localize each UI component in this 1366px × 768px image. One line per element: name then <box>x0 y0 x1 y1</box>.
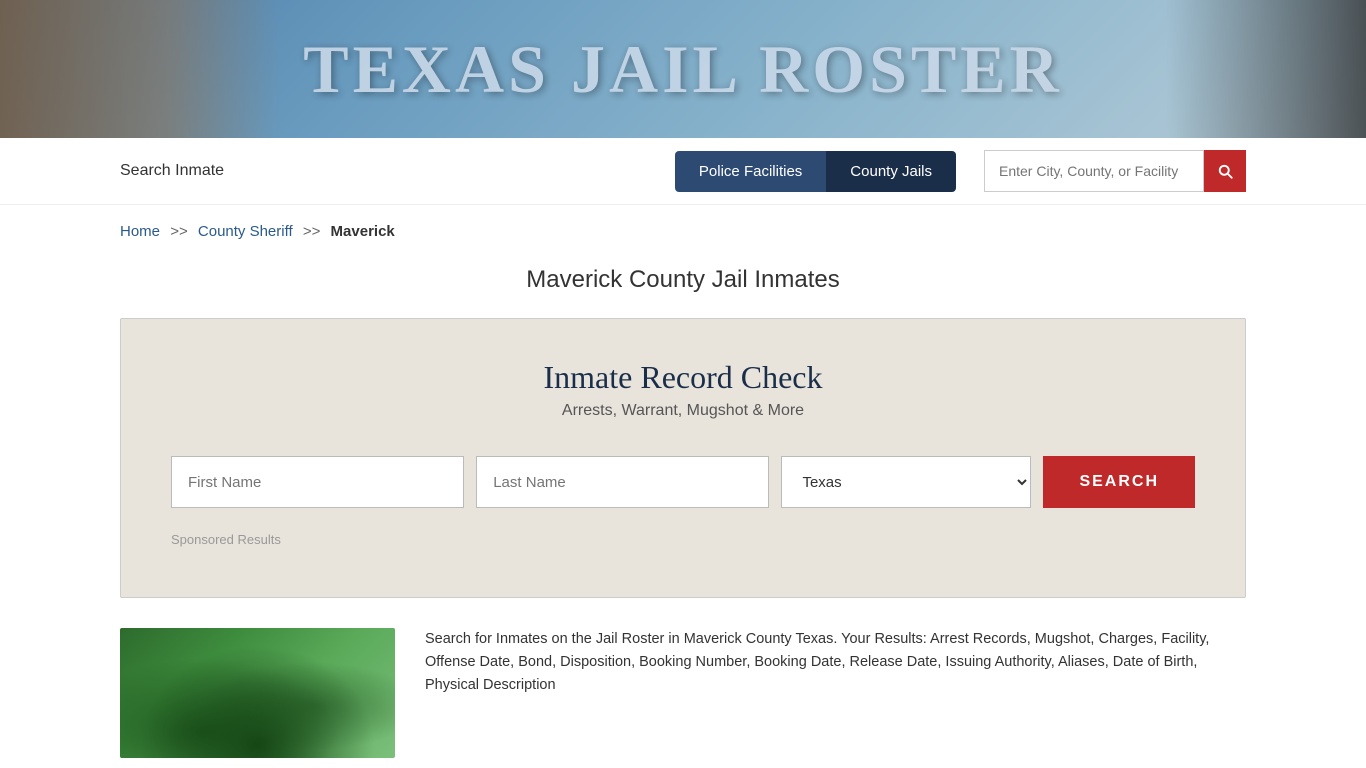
breadcrumb-sep-1: >> <box>170 223 188 240</box>
breadcrumb-home[interactable]: Home <box>120 223 160 240</box>
inmate-search-section: Inmate Record Check Arrests, Warrant, Mu… <box>120 318 1246 598</box>
breadcrumb-sep-2: >> <box>303 223 321 240</box>
facility-search-wrapper <box>984 150 1246 192</box>
maverick-county-image <box>120 628 395 758</box>
tab-police-facilities[interactable]: Police Facilities <box>675 151 826 192</box>
capitol-image <box>0 0 280 138</box>
breadcrumb-county-sheriff[interactable]: County Sheriff <box>198 223 293 240</box>
tab-county-jails[interactable]: County Jails <box>826 151 956 192</box>
header-banner: Texas Jail Roster <box>0 0 1366 138</box>
search-icon <box>1216 162 1234 180</box>
nav-bar: Search Inmate Police Facilities County J… <box>0 138 1366 205</box>
page-title: Maverick County Jail Inmates <box>0 266 1366 294</box>
search-inmate-label: Search Inmate <box>120 162 655 180</box>
sponsored-results-label: Sponsored Results <box>171 532 1195 547</box>
inmate-record-subtitle: Arrests, Warrant, Mugshot & More <box>171 402 1195 420</box>
bottom-section: Search for Inmates on the Jail Roster in… <box>120 628 1246 758</box>
facility-search-input[interactable] <box>984 150 1204 192</box>
last-name-input[interactable] <box>476 456 769 508</box>
nav-tabs: Police Facilities County Jails <box>675 151 956 192</box>
facility-search-button[interactable] <box>1204 150 1246 192</box>
banner-title: Texas Jail Roster <box>303 30 1063 109</box>
breadcrumb: Home >> County Sheriff >> Maverick <box>0 205 1366 250</box>
first-name-input[interactable] <box>171 456 464 508</box>
state-select[interactable]: AlabamaAlaskaArizonaArkansasCaliforniaCo… <box>781 456 1031 508</box>
search-button[interactable]: SEARCH <box>1043 456 1195 508</box>
search-form-row: AlabamaAlaskaArizonaArkansasCaliforniaCo… <box>171 456 1195 508</box>
palm-trees-decoration <box>120 628 395 758</box>
bottom-description: Search for Inmates on the Jail Roster in… <box>425 628 1246 698</box>
keys-image <box>1166 0 1366 138</box>
inmate-record-title: Inmate Record Check <box>171 359 1195 396</box>
breadcrumb-current: Maverick <box>331 223 395 240</box>
